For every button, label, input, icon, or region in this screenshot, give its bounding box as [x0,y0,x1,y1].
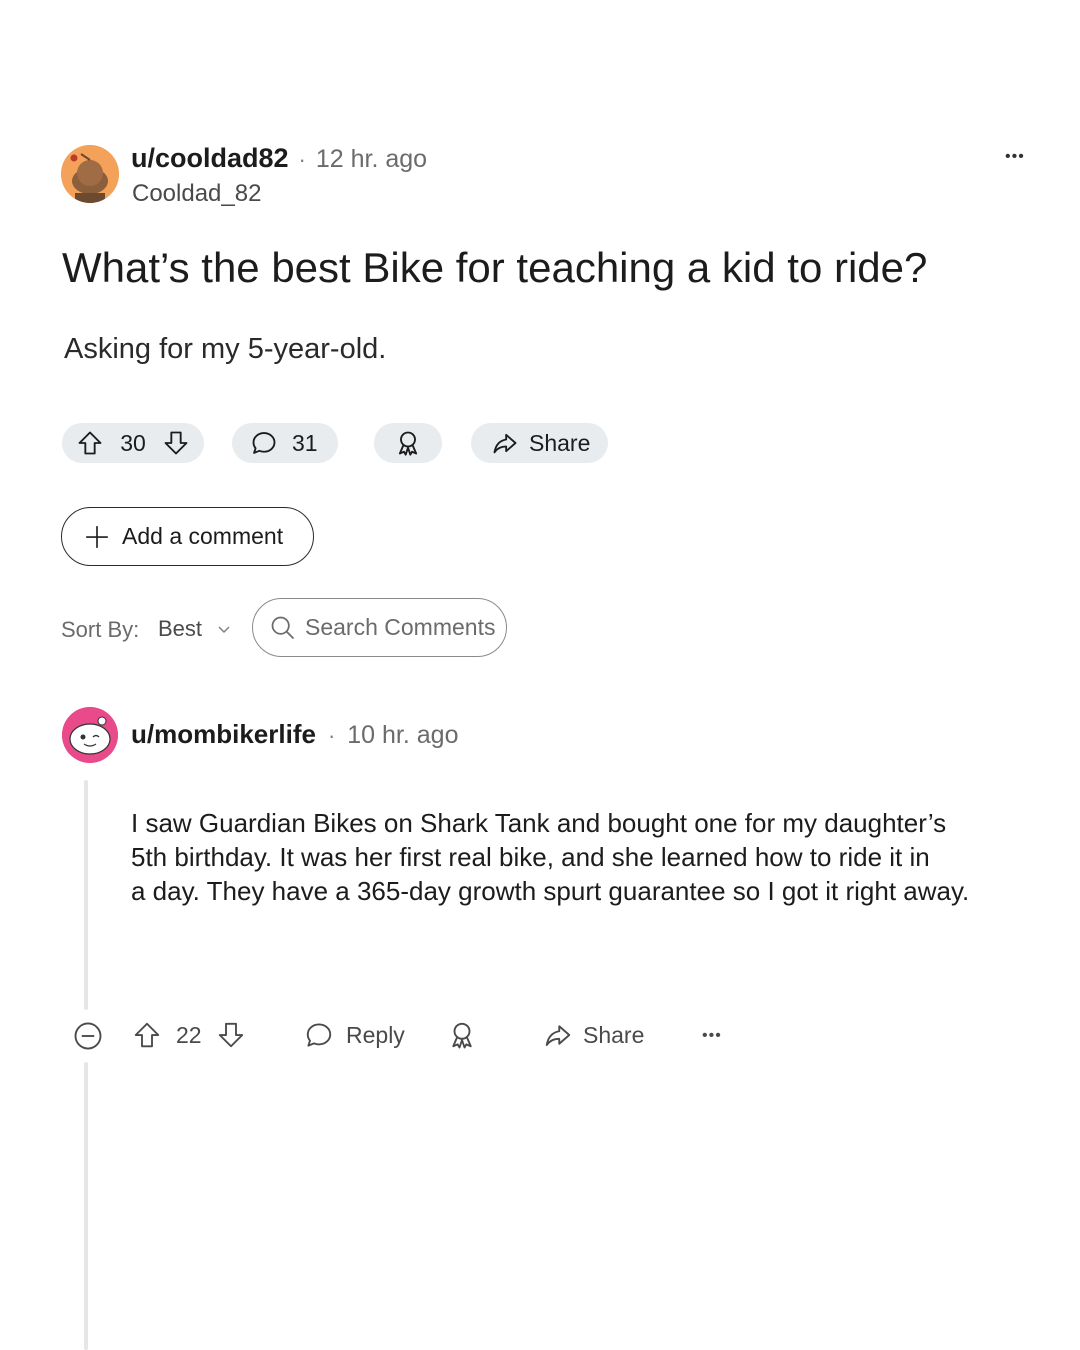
comment-count: 31 [292,429,318,456]
op-display-name: Cooldad_82 [132,180,262,207]
upvote-count: 30 [120,429,146,456]
share-button[interactable]: Share [471,423,608,463]
post-timestamp: 12 hr. ago [315,145,428,173]
award-icon [394,429,422,457]
snoo-avatar-icon [62,707,118,763]
search-icon [269,614,297,642]
collapse-button[interactable] [73,1021,103,1051]
sort-value: Best [158,616,203,641]
comment-icon [250,429,278,457]
comment-line: I saw Guardian Bikes on Shark Tank and b… [131,808,947,838]
comment-timestamp: 10 hr. ago [347,721,459,749]
sort-dropdown[interactable]: Best [158,616,232,642]
thread-line[interactable] [84,780,88,1010]
commenter-username[interactable]: u/mombikerlife [131,719,316,750]
comment-line: 5th birthday. It was her first real bike… [131,842,930,872]
comment-upvote-count: 22 [176,1021,202,1048]
op-username[interactable]: u/cooldad82 [131,143,289,174]
comment-share-button[interactable]: Share [543,1020,644,1050]
more-icon: ••• [1005,148,1025,165]
comments-button[interactable]: 31 [232,423,338,463]
add-comment-button[interactable]: Add a comment [61,507,314,566]
search-comments-field[interactable]: Search Comments [252,598,507,657]
share-label: Share [529,429,591,456]
upvote-icon[interactable] [132,1020,162,1050]
plus-icon [84,524,110,550]
award-button[interactable] [374,423,442,463]
downvote-icon[interactable] [216,1020,246,1050]
search-input[interactable]: Search Comments [305,614,495,641]
upvote-icon[interactable] [76,429,104,457]
comment-icon [304,1020,334,1050]
post-body: Asking for my 5-year-old. [64,333,387,365]
reply-label: Reply [346,1021,405,1048]
comment-line: a day. They have a 365-day growth spurt … [131,876,970,906]
vote-pill: 30 [62,423,204,463]
award-icon [447,1020,477,1050]
share-icon [543,1020,573,1050]
chevron-down-icon [216,621,232,637]
separator-dot: · [298,147,306,172]
collapse-icon [73,1021,103,1051]
thread-line[interactable] [84,1062,88,1350]
more-icon: ••• [702,1027,722,1044]
separator-dot: · [327,723,336,748]
comment-vote: 22 [132,1020,246,1050]
op-avatar[interactable] [61,145,119,203]
post-more-button[interactable]: ••• [1005,148,1025,166]
snoo-avatar-icon [61,145,119,203]
comment-award-button[interactable] [447,1020,477,1050]
post-title: What’s the best Bike for teaching a kid … [62,244,928,291]
downvote-icon[interactable] [162,429,190,457]
add-comment-label: Add a comment [122,523,284,549]
sort-label: Sort By: [61,617,140,642]
comment-share-label: Share [583,1021,645,1048]
reply-button[interactable]: Reply [304,1020,405,1050]
comment-body: I saw Guardian Bikes on Shark Tank and b… [131,806,969,908]
comment-more-button[interactable]: ••• [702,1027,722,1045]
share-icon [491,429,519,457]
commenter-avatar[interactable] [62,707,118,763]
